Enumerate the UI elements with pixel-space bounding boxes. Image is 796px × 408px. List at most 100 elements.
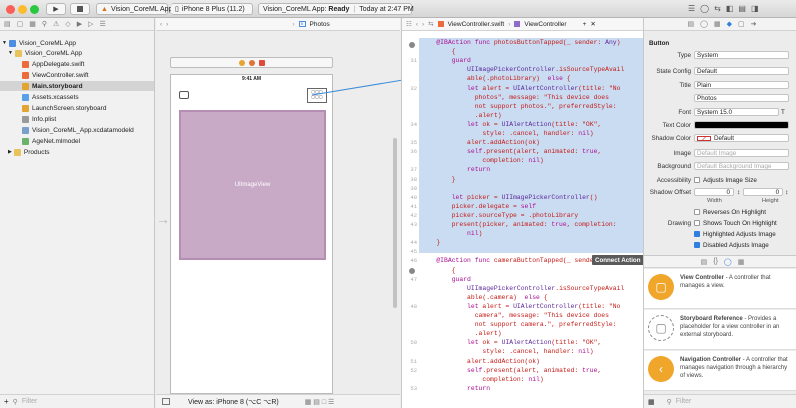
code-line[interactable]: photos", message: "This device does — [402, 93, 644, 102]
highlighted-adjusts-checkbox[interactable] — [694, 231, 700, 237]
code-line[interactable]: camera", message: "This device does — [402, 311, 644, 320]
code-line[interactable]: 47 guard — [402, 275, 644, 284]
state-config-select[interactable]: Default — [694, 67, 789, 75]
quick-help-icon[interactable]: ◯ — [700, 20, 708, 28]
code-line[interactable]: 32 let alert = UIAlertController(title: … — [402, 84, 644, 93]
code-line[interactable]: 31 guard — [402, 56, 644, 65]
code-text: } — [421, 239, 441, 247]
title-type-select[interactable]: Plain — [694, 81, 789, 89]
code-text: return — [467, 384, 491, 392]
code-line[interactable]: not support camera.", preferredStyle: — [402, 320, 644, 329]
code-line[interactable]: able(.camera) else { — [402, 293, 644, 302]
font-field[interactable]: System 15.0 — [694, 108, 779, 116]
stepper-icon[interactable]: ↕ — [737, 189, 740, 196]
code-text: let picker = UIImagePickerController() — [451, 193, 598, 201]
code-line[interactable]: 44 } — [402, 238, 644, 247]
identity-inspector-icon[interactable]: ▦ — [714, 20, 721, 28]
jump-file[interactable]: ViewController.swift — [448, 21, 505, 28]
library-filter-field[interactable]: Filter — [676, 398, 692, 405]
image-field[interactable]: Default Image — [694, 149, 789, 157]
outlet-indicator-icon[interactable] — [409, 268, 415, 274]
code-line[interactable]: 42 picker.sourceType = .photoLibrary — [402, 211, 644, 220]
code-line[interactable]: style: .cancel, handler: nil) — [402, 347, 644, 356]
forward-icon[interactable]: › — [422, 21, 424, 28]
grid-view-icon[interactable]: ▦ — [648, 398, 655, 406]
code-line[interactable]: { — [402, 47, 644, 56]
height-label: Height — [761, 198, 779, 204]
code-line[interactable]: 35 alert.addAction(ok) — [402, 138, 644, 147]
disabled-adjusts-checkbox[interactable] — [694, 242, 700, 248]
shadow-color-select[interactable]: Default — [694, 134, 789, 142]
code-line[interactable]: 38 } — [402, 175, 644, 184]
code-line[interactable]: 37 return — [402, 165, 644, 174]
code-text: self.present(alert, animated: true, — [467, 148, 602, 156]
attributes-inspector-icon[interactable]: ◆ — [727, 20, 732, 28]
jump-class[interactable]: ViewController — [524, 21, 566, 28]
code-line[interactable]: nil) — [402, 229, 644, 238]
code-line[interactable]: 48 let alert = UIAlertController(title: … — [402, 302, 644, 311]
shadow-color-row: Shadow Color Default — [644, 133, 796, 143]
shadow-offset-height[interactable]: 0 — [743, 188, 784, 196]
code-line[interactable]: completion: nil) — [402, 375, 644, 384]
library-item-navigation-controller[interactable]: ‹ Navigation Controller - A controller th… — [644, 351, 796, 391]
code-line[interactable]: 41 picker.delegate = self — [402, 202, 644, 211]
close-editor-icon[interactable]: ✕ — [590, 20, 595, 28]
code-text: let alert = UIAlertController(title: "No — [467, 84, 621, 92]
shows-touch-checkbox[interactable] — [694, 220, 700, 226]
automatic-icon[interactable]: ⇆ — [428, 20, 433, 28]
line-number: 53 — [410, 384, 417, 392]
connect-action-tooltip: Connect Action — [592, 255, 644, 265]
library-item-view-controller[interactable]: ▢ View Controller - A controller that man… — [644, 269, 796, 309]
code-line[interactable]: 51 alert.addAction(ok) — [402, 357, 644, 366]
adjusts-image-size-checkbox[interactable] — [694, 177, 700, 183]
back-icon[interactable]: ‹ — [416, 21, 418, 28]
code-line[interactable]: completion: nil) — [402, 156, 644, 165]
file-template-icon[interactable]: ▤ — [701, 258, 708, 266]
code-line[interactable]: { — [402, 266, 644, 275]
outlet-indicator-icon[interactable] — [409, 42, 415, 48]
size-inspector-icon[interactable]: ▢ — [738, 20, 745, 28]
add-editor-icon[interactable]: + — [583, 21, 587, 28]
stepper-icon[interactable]: ↕ — [785, 189, 788, 196]
code-line[interactable]: UIImagePickerController.isSourceTypeAvai… — [402, 284, 644, 293]
code-text: let alert = UIAlertController(title: "No — [467, 302, 621, 310]
code-line[interactable]: able(.photoLibrary) else { — [402, 74, 644, 83]
code-line[interactable]: 52 self.present(alert, animated: true, — [402, 366, 644, 375]
code-line[interactable]: 36 self.present(alert, animated: true, — [402, 147, 644, 156]
font-picker-icon[interactable]: T — [781, 109, 785, 116]
type-row: Type System — [644, 50, 796, 60]
code-line[interactable]: 40 let picker = UIImagePickerController(… — [402, 193, 644, 202]
type-select[interactable]: System — [694, 51, 789, 59]
reverses-checkbox[interactable] — [694, 209, 700, 215]
code-line[interactable]: 53 return — [402, 384, 644, 393]
code-text: self.present(alert, animated: true, — [467, 366, 602, 374]
code-line[interactable]: .alert) — [402, 111, 644, 120]
line-number: 50 — [410, 339, 417, 347]
media-library-icon[interactable]: ▦ — [738, 258, 745, 266]
file-inspector-icon[interactable]: ▤ — [688, 20, 695, 28]
title-text-field[interactable]: Photos — [694, 94, 789, 102]
storyboard-reference-icon: ▢ — [648, 315, 674, 341]
code-line[interactable]: @IBAction func photosButtonTapped(_ send… — [402, 38, 644, 47]
code-line[interactable]: 43 present(picker, animated: true, compl… — [402, 220, 644, 229]
code-line[interactable]: 34 let ok = UIAlertAction(title: "OK", — [402, 120, 644, 129]
text-color-well[interactable] — [694, 121, 789, 129]
object-library-icon[interactable]: ◯ — [724, 258, 732, 266]
related-items-icon[interactable]: ☷ — [406, 20, 412, 28]
line-number: 38 — [410, 175, 417, 183]
code-line[interactable]: style: .cancel, handler: nil) — [402, 129, 644, 138]
connections-inspector-icon[interactable]: ➜ — [751, 20, 757, 28]
assistant-editor[interactable]: ☷ ‹ › ⇆ ViewController.swift › ViewContr… — [401, 18, 644, 408]
code-line[interactable]: .alert) — [402, 329, 644, 338]
shadow-offset-width[interactable]: 0 — [694, 188, 734, 196]
library-item-storyboard-reference[interactable]: ▢ Storyboard Reference - Provides a place… — [644, 310, 796, 350]
code-line[interactable]: UIImagePickerController.isSourceTypeAvai… — [402, 65, 644, 74]
code-snippet-icon[interactable]: {} — [713, 258, 718, 265]
background-field[interactable]: Default Background Image — [694, 162, 789, 170]
view-controller-icon: ▢ — [648, 274, 674, 300]
shows-touch-label: Shows Touch On Highlight — [703, 219, 777, 227]
code-line[interactable]: 39 — [402, 184, 644, 193]
title-row: Title Plain — [644, 80, 796, 90]
code-line[interactable]: 50 let ok = UIAlertAction(title: "OK", — [402, 338, 644, 347]
code-line[interactable]: not support photos.", preferredStyle: — [402, 102, 644, 111]
